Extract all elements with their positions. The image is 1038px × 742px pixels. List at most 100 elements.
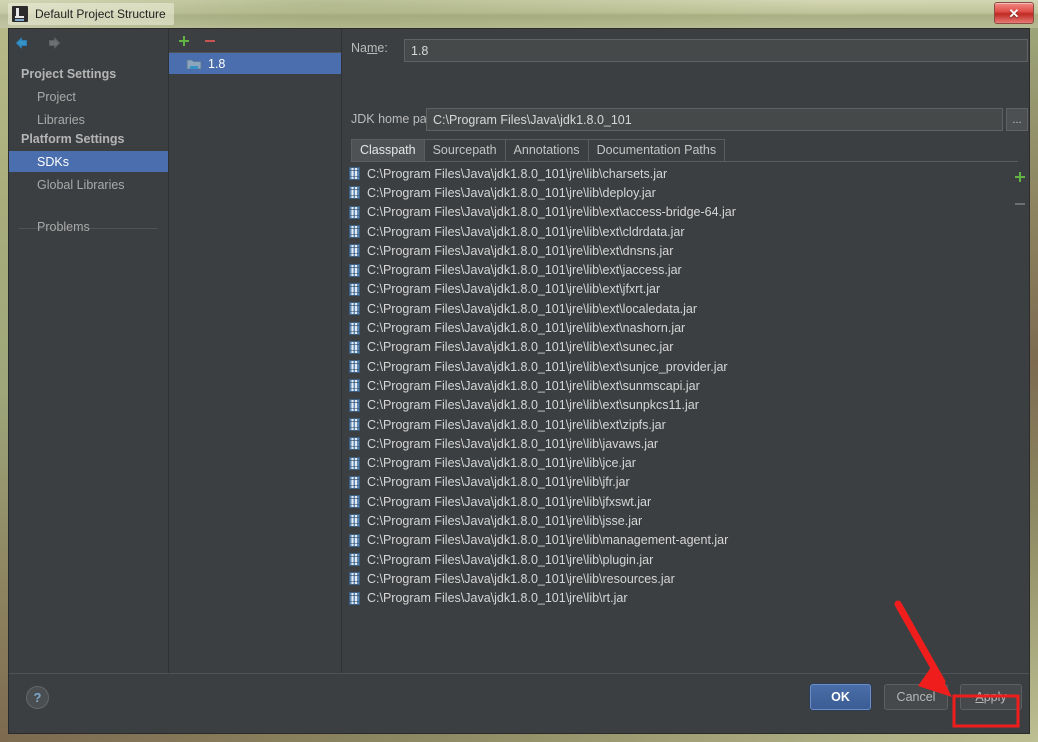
jar-file-icon <box>349 302 360 316</box>
forward-arrow-icon <box>45 34 63 52</box>
classpath-entry-label: C:\Program Files\Java\jdk1.8.0_101\jre\l… <box>367 456 636 471</box>
classpath-entry-label: C:\Program Files\Java\jdk1.8.0_101\jre\l… <box>367 417 666 432</box>
classpath-entry-label: C:\Program Files\Java\jdk1.8.0_101\jre\l… <box>367 475 630 490</box>
jdk-home-path-input[interactable] <box>426 108 1003 131</box>
classpath-row[interactable]: C:\Program Files\Java\jdk1.8.0_101\jre\l… <box>343 222 1008 241</box>
classpath-entry-label: C:\Program Files\Java\jdk1.8.0_101\jre\l… <box>367 591 628 606</box>
classpath-row[interactable]: C:\Program Files\Java\jdk1.8.0_101\jre\l… <box>343 183 1008 202</box>
jdk-folder-icon <box>186 57 202 71</box>
classpath-entry-label: C:\Program Files\Java\jdk1.8.0_101\jre\l… <box>367 301 698 316</box>
classpath-entry-label: C:\Program Files\Java\jdk1.8.0_101\jre\l… <box>367 185 656 200</box>
classpath-row[interactable]: C:\Program Files\Java\jdk1.8.0_101\jre\l… <box>343 376 1008 395</box>
tab-label: Sourcepath <box>432 143 497 157</box>
classpath-row[interactable]: C:\Program Files\Java\jdk1.8.0_101\jre\l… <box>343 550 1008 569</box>
classpath-row[interactable]: C:\Program Files\Java\jdk1.8.0_101\jre\l… <box>343 415 1008 434</box>
add-classpath-icon[interactable] <box>1012 169 1028 185</box>
jar-file-icon <box>349 321 360 335</box>
navigation-arrows <box>13 34 63 52</box>
jar-file-icon <box>349 186 360 200</box>
jar-file-icon <box>349 514 360 528</box>
classpath-row[interactable]: C:\Program Files\Java\jdk1.8.0_101\jre\l… <box>343 260 1008 279</box>
jar-file-icon <box>349 360 360 374</box>
remove-sdk-icon[interactable] <box>202 33 218 49</box>
classpath-row[interactable]: C:\Program Files\Java\jdk1.8.0_101\jre\l… <box>343 589 1008 608</box>
classpath-entry-label: C:\Program Files\Java\jdk1.8.0_101\jre\l… <box>367 224 685 239</box>
help-glyph: ? <box>33 690 42 705</box>
title-group: Default Project Structure <box>8 3 174 25</box>
classpath-entry-label: C:\Program Files\Java\jdk1.8.0_101\jre\l… <box>367 321 686 336</box>
classpath-row[interactable]: C:\Program Files\Java\jdk1.8.0_101\jre\l… <box>343 280 1008 299</box>
tab-label: Classpath <box>360 143 416 157</box>
classpath-row[interactable]: C:\Program Files\Java\jdk1.8.0_101\jre\l… <box>343 531 1008 550</box>
ok-button[interactable]: OK <box>810 684 871 710</box>
sidebar-item-libraries[interactable]: Libraries <box>9 109 168 130</box>
sidebar-item-label: Project <box>37 89 76 104</box>
classpath-list[interactable]: C:\Program Files\Java\jdk1.8.0_101\jre\l… <box>343 164 1008 669</box>
intellij-idea-icon <box>12 6 28 22</box>
classpath-entry-label: C:\Program Files\Java\jdk1.8.0_101\jre\l… <box>367 436 659 451</box>
jar-file-icon <box>349 456 360 470</box>
classpath-row[interactable]: C:\Program Files\Java\jdk1.8.0_101\jre\l… <box>343 453 1008 472</box>
close-icon[interactable]: ✕ <box>994 2 1034 24</box>
classpath-row[interactable]: C:\Program Files\Java\jdk1.8.0_101\jre\l… <box>343 164 1008 183</box>
classpath-row[interactable]: C:\Program Files\Java\jdk1.8.0_101\jre\l… <box>343 318 1008 337</box>
sdk-toolbar <box>169 29 341 53</box>
classpath-entry-label: C:\Program Files\Java\jdk1.8.0_101\jre\l… <box>367 359 728 374</box>
dialog-button-bar: ? OK Cancel Apply <box>9 673 1029 733</box>
cancel-button[interactable]: Cancel <box>884 684 948 710</box>
jar-file-icon <box>349 282 360 296</box>
back-arrow-icon[interactable] <box>13 34 31 52</box>
help-icon[interactable]: ? <box>26 686 49 709</box>
apply-button[interactable]: Apply <box>960 684 1022 710</box>
classpath-row[interactable]: C:\Program Files\Java\jdk1.8.0_101\jre\l… <box>343 299 1008 318</box>
classpath-row[interactable]: C:\Program Files\Java\jdk1.8.0_101\jre\l… <box>343 357 1008 376</box>
jar-file-icon <box>349 340 360 354</box>
tab-documentation-paths[interactable]: Documentation Paths <box>587 139 726 161</box>
tab-label: Annotations <box>513 143 580 157</box>
classpath-row[interactable]: C:\Program Files\Java\jdk1.8.0_101\jre\l… <box>343 396 1008 415</box>
classpath-entry-label: C:\Program Files\Java\jdk1.8.0_101\jre\l… <box>367 552 654 567</box>
sdk-name-label: 1.8 <box>208 56 226 71</box>
remove-classpath-icon[interactable] <box>1012 196 1028 212</box>
sidebar-item-label: Global Libraries <box>37 177 125 192</box>
sidebar-item-project[interactable]: Project <box>9 86 168 107</box>
classpath-row[interactable]: C:\Program Files\Java\jdk1.8.0_101\jre\l… <box>343 473 1008 492</box>
sidebar-item-problems[interactable]: Problems <box>9 216 168 237</box>
classpath-row[interactable]: C:\Program Files\Java\jdk1.8.0_101\jre\l… <box>343 569 1008 588</box>
classpath-row[interactable]: C:\Program Files\Java\jdk1.8.0_101\jre\l… <box>343 338 1008 357</box>
tab-sourcepath[interactable]: Sourcepath <box>423 139 506 161</box>
classpath-entry-label: C:\Program Files\Java\jdk1.8.0_101\jre\l… <box>367 340 674 355</box>
jar-file-icon <box>349 167 360 181</box>
sdk-list-panel: 1.8 <box>169 29 342 674</box>
sidebar-item-sdks[interactable]: SDKs <box>9 151 168 172</box>
sidebar-header-project-settings: Project Settings <box>21 67 117 81</box>
classpath-row[interactable]: C:\Program Files\Java\jdk1.8.0_101\jre\l… <box>343 434 1008 453</box>
jar-file-icon <box>349 205 360 219</box>
classpath-row[interactable]: C:\Program Files\Java\jdk1.8.0_101\jre\l… <box>343 492 1008 511</box>
jar-file-icon <box>349 553 360 567</box>
list-item[interactable]: 1.8 <box>169 53 341 74</box>
sidebar-header-platform-settings: Platform Settings <box>21 132 125 146</box>
jar-file-icon <box>349 244 360 258</box>
jar-file-icon <box>349 572 360 586</box>
classpath-entry-label: C:\Program Files\Java\jdk1.8.0_101\jre\l… <box>367 378 700 393</box>
jar-file-icon <box>349 475 360 489</box>
add-sdk-icon[interactable] <box>176 33 192 49</box>
sdk-list[interactable]: 1.8 <box>169 53 341 673</box>
classpath-entry-label: C:\Program Files\Java\jdk1.8.0_101\jre\l… <box>367 282 661 297</box>
tab-classpath[interactable]: Classpath <box>351 139 425 161</box>
classpath-row[interactable]: C:\Program Files\Java\jdk1.8.0_101\jre\l… <box>343 241 1008 260</box>
classpath-entry-label: C:\Program Files\Java\jdk1.8.0_101\jre\l… <box>367 571 675 586</box>
sidebar-item-global-libraries[interactable]: Global Libraries <box>9 174 168 195</box>
tab-annotations[interactable]: Annotations <box>504 139 589 161</box>
browse-jdk-home-button[interactable]: ... <box>1006 108 1028 131</box>
window-title: Default Project Structure <box>35 7 166 21</box>
classpath-entry-label: C:\Program Files\Java\jdk1.8.0_101\jre\l… <box>367 398 699 413</box>
jar-file-icon <box>349 263 360 277</box>
tab-label: Documentation Paths <box>596 143 717 157</box>
classpath-entry-label: C:\Program Files\Java\jdk1.8.0_101\jre\l… <box>367 205 736 220</box>
classpath-row[interactable]: C:\Program Files\Java\jdk1.8.0_101\jre\l… <box>343 511 1008 530</box>
jar-file-icon <box>349 591 360 605</box>
sdk-name-input[interactable] <box>404 39 1028 62</box>
classpath-row[interactable]: C:\Program Files\Java\jdk1.8.0_101\jre\l… <box>343 203 1008 222</box>
